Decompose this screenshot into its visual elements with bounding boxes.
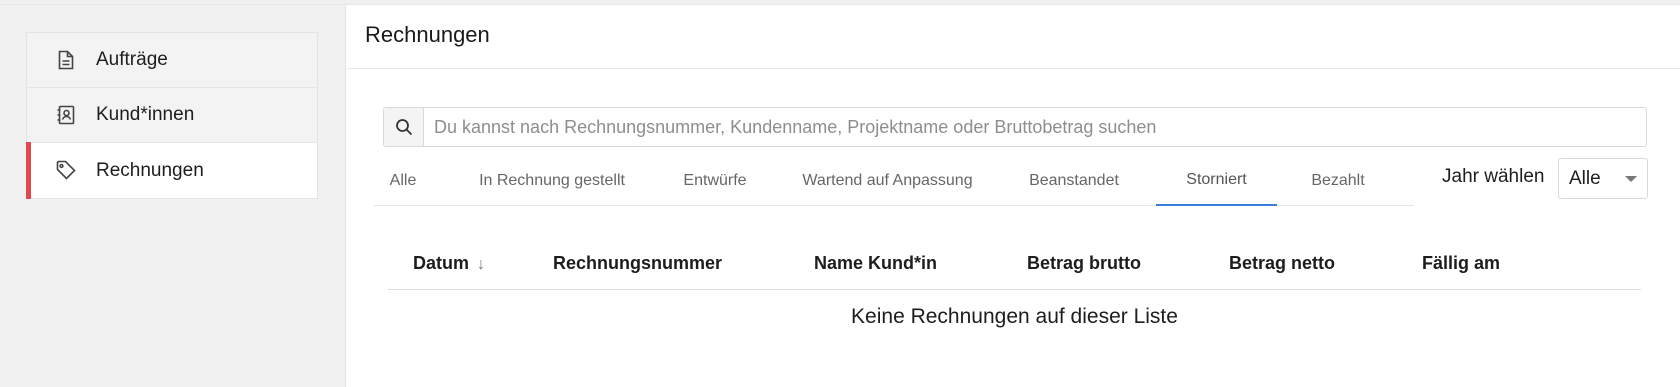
year-select[interactable]: Alle — [1558, 158, 1648, 199]
tag-icon — [56, 159, 76, 181]
tab-label: Wartend auf Anpassung — [802, 171, 973, 189]
main-content: Rechnungen Alle In Rechnung gestellt Ent… — [347, 5, 1680, 387]
column-header-betrag-netto[interactable]: Betrag netto — [1229, 253, 1335, 274]
column-header-betrag-brutto[interactable]: Betrag brutto — [1027, 253, 1141, 274]
search-icon[interactable] — [384, 108, 424, 146]
page-header: Rechnungen — [347, 5, 1680, 69]
sidebar-item-label: Kund*innen — [96, 104, 195, 125]
status-tabs: Alle In Rechnung gestellt Entwürfe Warte… — [374, 155, 1414, 206]
sidebar-nav: Aufträge Kund*innen Rechnungen — [26, 32, 318, 199]
year-select-value: Alle — [1569, 167, 1601, 189]
search-input[interactable] — [424, 108, 1646, 146]
column-label: Name Kund*in — [814, 253, 938, 273]
sidebar-item-kundinnen[interactable]: Kund*innen — [27, 88, 317, 143]
tab-storniert[interactable]: Storniert — [1156, 155, 1277, 206]
tab-label: Entwürfe — [683, 171, 747, 189]
tab-wartend-auf-anpassung[interactable]: Wartend auf Anpassung — [784, 155, 991, 206]
column-label: Fällig am — [1422, 253, 1501, 273]
column-header-rechnungsnummer[interactable]: Rechnungsnummer — [553, 253, 722, 274]
column-label: Betrag brutto — [1027, 253, 1141, 273]
sidebar: Aufträge Kund*innen Rechnungen — [0, 5, 346, 387]
tab-alle[interactable]: Alle — [374, 155, 432, 206]
column-header-faellig-am[interactable]: Fällig am — [1422, 253, 1500, 274]
column-header-name[interactable]: Name Kund*in — [814, 253, 937, 274]
tab-label: Storniert — [1186, 170, 1247, 188]
sidebar-item-label: Rechnungen — [96, 159, 204, 181]
tab-label: Bezahlt — [1311, 171, 1365, 189]
empty-state-message: Keine Rechnungen auf dieser Liste — [851, 305, 1178, 328]
contact-book-icon — [56, 104, 76, 126]
tab-label: Alle — [389, 171, 417, 189]
column-label: Rechnungsnummer — [553, 253, 723, 273]
table-header: Datum ↓ Rechnungsnummer Name Kund*in Betr… — [388, 235, 1641, 290]
tab-beanstandet[interactable]: Beanstandet — [1011, 155, 1137, 206]
column-label: Betrag netto — [1229, 253, 1336, 273]
tab-in-rechnung-gestellt[interactable]: In Rechnung gestellt — [457, 155, 647, 206]
document-icon — [56, 49, 76, 71]
tab-entwuerfe[interactable]: Entwürfe — [668, 155, 762, 206]
year-filter-label: Jahr wählen — [1442, 166, 1545, 187]
sidebar-item-auftraege[interactable]: Aufträge — [27, 33, 317, 88]
column-header-datum[interactable]: Datum ↓ — [413, 253, 485, 274]
search-bar — [383, 107, 1647, 147]
tab-label: Beanstandet — [1029, 171, 1119, 189]
column-label: Datum — [413, 253, 470, 273]
page-title: Rechnungen — [365, 22, 490, 47]
tab-label: In Rechnung gestellt — [479, 171, 625, 189]
sidebar-item-rechnungen[interactable]: Rechnungen — [26, 142, 317, 199]
tab-bezahlt[interactable]: Bezahlt — [1294, 155, 1382, 206]
chevron-down-icon — [1625, 176, 1637, 182]
sort-down-icon: ↓ — [477, 256, 486, 273]
sidebar-item-label: Aufträge — [96, 49, 168, 70]
